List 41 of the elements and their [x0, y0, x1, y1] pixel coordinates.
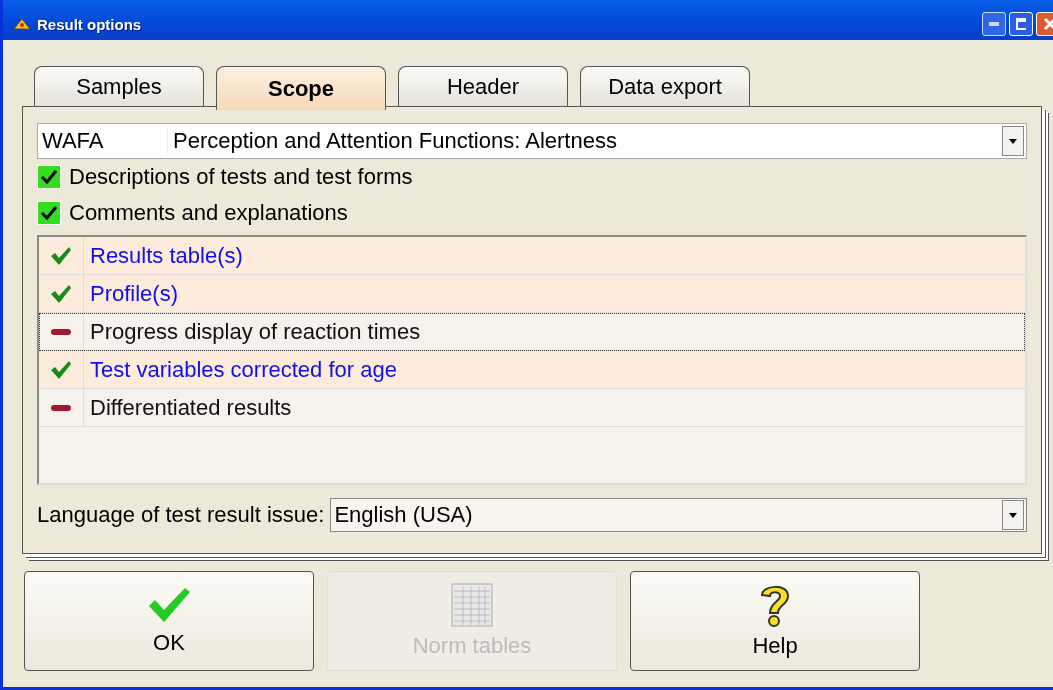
- close-icon: [1043, 17, 1053, 31]
- maximize-icon: [1016, 18, 1026, 30]
- tab[interactable]: Samples: [34, 66, 204, 106]
- row-label: Profile(s): [89, 279, 178, 308]
- list-row[interactable]: Progress display of reaction times: [39, 313, 1025, 351]
- minus-icon: [51, 328, 71, 335]
- minimize-button[interactable]: [982, 12, 1006, 36]
- language-label: Language of test result issue:: [37, 502, 325, 528]
- maximize-button[interactable]: [1009, 12, 1033, 36]
- minimize-icon: [989, 22, 999, 26]
- test-code: WAFA: [38, 128, 168, 154]
- test-dropdown[interactable]: WAFA Perception and Attention Functions: Alertness: [37, 123, 1027, 159]
- checkmark-icon: [50, 245, 72, 266]
- list-row[interactable]: Profile(s): [39, 275, 1025, 313]
- list-row[interactable]: Differentiated results: [39, 389, 1025, 427]
- dialog-button[interactable]: OK: [24, 571, 314, 671]
- checkmark-icon: [50, 359, 72, 380]
- close-button[interactable]: [1036, 12, 1053, 36]
- table-icon: [451, 583, 493, 627]
- test-name: Perception and Attention Functions: Alertness: [172, 128, 618, 154]
- checkbox-label: Descriptions of tests and test forms: [69, 164, 413, 190]
- checkbox[interactable]: [37, 165, 61, 189]
- tab[interactable]: Data export: [580, 66, 750, 106]
- list-row[interactable]: Results table(s): [39, 237, 1025, 275]
- row-label: Test variables corrected for age: [89, 355, 397, 384]
- checkbox-label: Comments and explanations: [69, 200, 348, 226]
- row-label: Results table(s): [89, 241, 243, 270]
- list-row[interactable]: Test variables corrected for age: [39, 351, 1025, 389]
- checkmark-icon: [50, 283, 72, 304]
- row-label: Differentiated results: [89, 393, 292, 422]
- tab[interactable]: Scope: [216, 66, 386, 110]
- row-label: Progress display of reaction times: [89, 317, 421, 346]
- app-icon: [13, 17, 31, 31]
- checkbox[interactable]: [37, 201, 61, 225]
- checkmark-icon: [147, 586, 191, 624]
- minus-icon: [51, 404, 71, 411]
- question-mark-icon: [758, 583, 792, 627]
- window-title: Result options: [37, 15, 143, 33]
- tab[interactable]: Header: [398, 66, 568, 106]
- language-dropdown[interactable]: English (USA): [330, 498, 1027, 532]
- dialog-button[interactable]: Help: [630, 571, 920, 671]
